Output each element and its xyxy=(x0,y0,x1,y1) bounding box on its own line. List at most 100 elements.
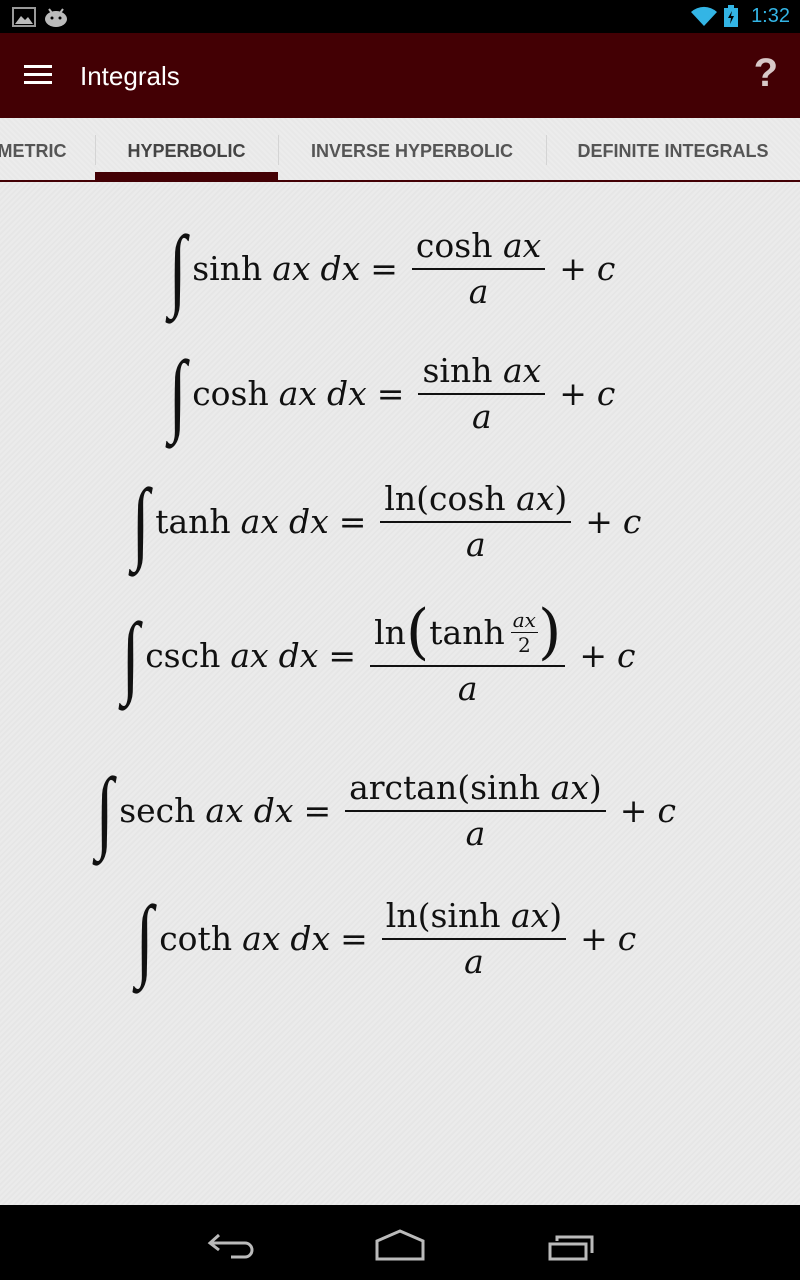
equals-sign: = xyxy=(303,790,332,830)
formula-sech: ∫ sech ax dx = arctan(sinh ax) a + c xyxy=(92,764,676,856)
variable: ax xyxy=(205,790,244,830)
battery-charging-icon xyxy=(724,5,738,27)
equals-sign: = xyxy=(370,248,398,288)
tab-divider xyxy=(95,135,96,165)
tab-divider xyxy=(278,135,279,165)
num-close: ) xyxy=(549,895,563,935)
function-name: sinh xyxy=(192,248,263,288)
num-arg: ax xyxy=(516,478,555,518)
integral-sign: ∫ xyxy=(95,759,114,861)
plus-sign: + xyxy=(559,373,587,413)
num-arg: ax xyxy=(550,767,589,807)
num-function: sinh xyxy=(470,767,541,807)
small-numerator: ax xyxy=(510,607,538,633)
integral-sign: ∫ xyxy=(131,470,150,572)
recent-apps-icon[interactable] xyxy=(547,1223,597,1263)
numerator: ln(sinh ax) xyxy=(381,895,567,940)
numerator: sinh ax xyxy=(418,350,546,395)
differential: dx xyxy=(253,790,294,830)
differential: dx xyxy=(278,635,319,675)
tab-trigonometric[interactable]: METRIC xyxy=(0,118,72,180)
differential: dx xyxy=(290,918,331,958)
constant: c xyxy=(657,790,676,830)
denominator: a xyxy=(464,941,484,981)
formula-csch: ∫ csch ax dx = ln ( tanh ax 2 ) a + c xyxy=(118,602,636,708)
formula-coth: ∫ coth ax dx = ln(sinh ax) a + c xyxy=(132,887,637,989)
navigation-bar xyxy=(0,1205,800,1280)
home-icon[interactable] xyxy=(374,1223,426,1263)
constant: c xyxy=(596,373,616,413)
num-function: sinh xyxy=(430,895,501,935)
constant: c xyxy=(617,918,637,958)
differential: dx xyxy=(288,501,329,541)
constant: c xyxy=(622,501,642,541)
hamburger-menu-icon[interactable] xyxy=(24,65,52,87)
denominator: a xyxy=(457,669,478,708)
page-title: Integrals xyxy=(80,61,180,91)
small-denominator: 2 xyxy=(517,632,531,657)
left-paren: ( xyxy=(405,597,430,667)
plus-sign: + xyxy=(580,918,608,958)
constant: c xyxy=(617,635,636,675)
wifi-icon xyxy=(691,6,717,27)
integral-sign: ∫ xyxy=(121,604,140,706)
num-arg: ax xyxy=(510,895,550,935)
function-name: cosh xyxy=(192,373,269,413)
equals-sign: = xyxy=(340,918,368,958)
formula-sinh: ∫ sinh ax dx = cosh ax a + c xyxy=(165,217,616,319)
num-outer: ln( xyxy=(385,895,431,935)
function-name: tanh xyxy=(155,501,231,541)
num-outer: ln( xyxy=(384,478,430,518)
num-close: ) xyxy=(588,767,602,807)
num-close: ) xyxy=(554,478,568,518)
function-name: coth xyxy=(159,918,233,958)
num-function: cosh xyxy=(415,225,493,265)
plus-sign: + xyxy=(579,635,608,675)
equals-sign: = xyxy=(328,635,357,675)
tab-hyperbolic[interactable]: HYPERBOLIC xyxy=(95,118,278,180)
right-paren: ) xyxy=(537,597,562,667)
integral-sign: ∫ xyxy=(168,342,187,444)
active-tab-indicator xyxy=(95,172,278,180)
integral-sign: ∫ xyxy=(135,887,154,989)
formula-cosh: ∫ cosh ax dx = sinh ax a + c xyxy=(165,342,616,444)
variable: ax xyxy=(230,635,269,675)
fraction: ln ( tanh ax 2 ) a xyxy=(370,597,566,708)
fraction: cosh ax a xyxy=(411,225,546,311)
num-function: tanh xyxy=(429,612,505,652)
formula-tanh: ∫ tanh ax dx = ln(cosh ax) a + c xyxy=(128,470,642,572)
num-function: sinh xyxy=(422,350,493,390)
num-arg: ax xyxy=(502,350,542,390)
tab-definite-integrals[interactable]: DEFINITE INTEGRALS xyxy=(546,118,800,180)
tab-inverse-hyperbolic[interactable]: INVERSE HYPERBOLIC xyxy=(278,118,546,180)
differential: dx xyxy=(320,248,361,288)
variable: ax xyxy=(242,918,281,958)
tab-divider xyxy=(546,135,547,165)
variable: ax xyxy=(278,373,318,413)
status-bar: 1:32 xyxy=(0,0,800,33)
denominator: a xyxy=(468,271,489,311)
denominator: a xyxy=(465,524,486,564)
equals-sign: = xyxy=(338,501,367,541)
help-button[interactable]: ? xyxy=(754,51,778,96)
app-bar: Integrals ? xyxy=(0,33,800,118)
num-function: cosh xyxy=(429,478,506,518)
num-outer: ln xyxy=(374,612,406,652)
fraction: sinh ax a xyxy=(418,350,546,436)
numerator: cosh ax xyxy=(411,225,546,270)
constant: c xyxy=(596,248,616,288)
variable: ax xyxy=(272,248,311,288)
num-arg: ax xyxy=(502,225,542,265)
differential: dx xyxy=(327,373,367,413)
numerator: arctan(sinh ax) xyxy=(345,768,606,812)
fraction: arctan(sinh ax) a xyxy=(345,768,606,853)
back-icon[interactable] xyxy=(205,1223,255,1263)
android-notification-icon xyxy=(45,8,67,27)
plus-sign: + xyxy=(585,501,613,541)
gallery-notification-icon xyxy=(12,7,36,27)
formula-list: ∫ sinh ax dx = cosh ax a + c ∫ cosh ax d… xyxy=(0,182,800,1205)
small-fraction: ax 2 xyxy=(510,607,538,657)
fraction: ln(sinh ax) a xyxy=(381,895,567,981)
integral-sign: ∫ xyxy=(168,217,187,319)
denominator: a xyxy=(472,396,492,436)
